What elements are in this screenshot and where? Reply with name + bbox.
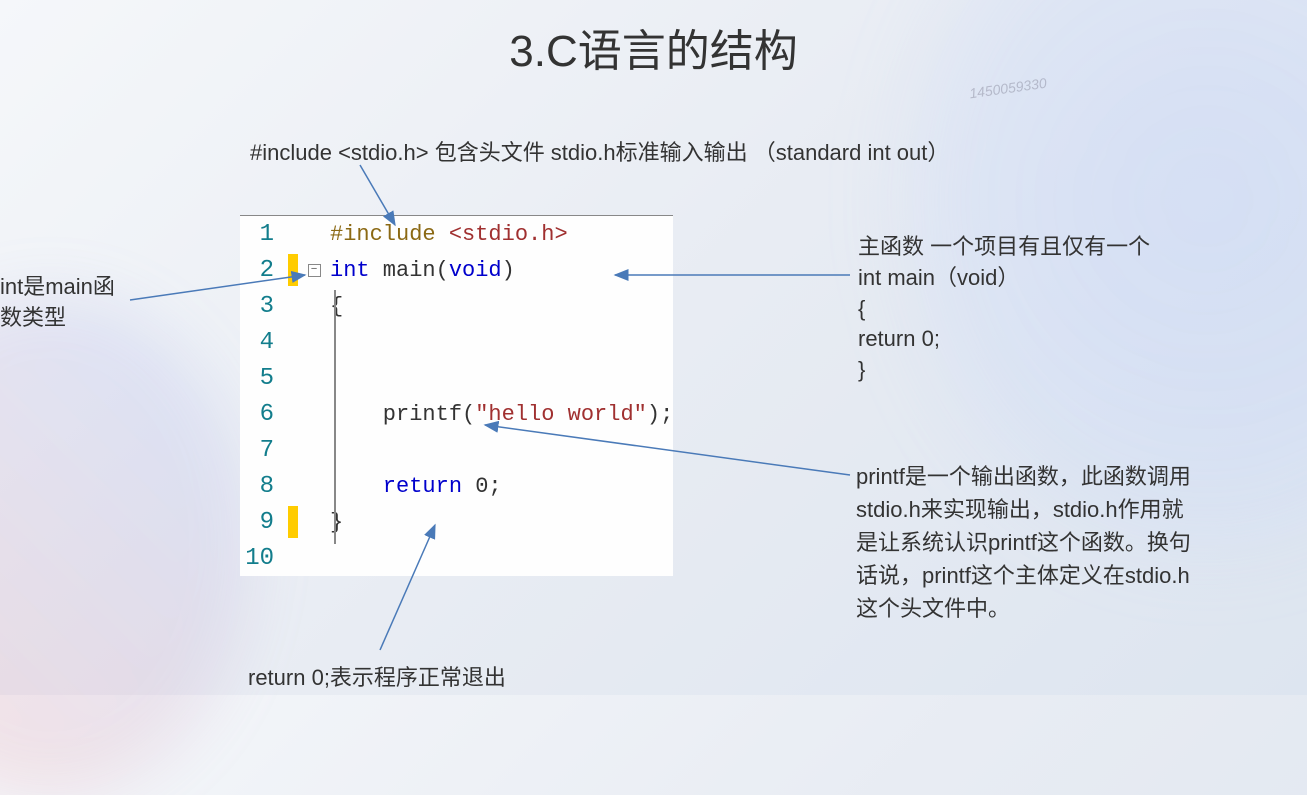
code-line-9: 9 } — [240, 504, 673, 540]
annotation-text: } — [858, 355, 1150, 386]
annotation-text: 数类型 — [0, 303, 115, 334]
code-line-6: 6 printf("hello world"); — [240, 396, 673, 432]
code-text: #include <stdio.h> — [326, 222, 568, 247]
line-number: 10 — [240, 545, 284, 572]
annotation-return: return 0;表示程序正常退出 — [248, 660, 506, 692]
annotation-text: return 0; — [858, 324, 1150, 355]
code-text: return 0; — [326, 474, 502, 499]
code-line-5: 5 — [240, 360, 673, 396]
fold-minus-icon[interactable]: − — [308, 264, 321, 277]
line-number: 2 — [240, 257, 284, 284]
line-number: 8 — [240, 473, 284, 500]
code-line-2: 2 − int main(void) — [240, 252, 673, 288]
annotation-text: 是让系统认识printf这个函数。换句 — [856, 526, 1191, 559]
marker-column — [284, 506, 302, 538]
annotation-text: int是main函 — [0, 272, 115, 303]
line-number: 9 — [240, 509, 284, 536]
fold-column: − — [302, 264, 326, 277]
annotation-include: #include <stdio.h> 包含头文件 stdio.h标准输入输出 （… — [250, 135, 949, 167]
code-line-3: 3 { — [240, 288, 673, 324]
marker-column — [284, 254, 302, 286]
annotation-text: 这个头文件中。 — [856, 592, 1191, 625]
line-number: 6 — [240, 401, 284, 428]
code-line-10: 10 — [240, 540, 673, 576]
annotation-text: printf是一个输出函数，此函数调用 — [856, 460, 1191, 493]
code-fold-guideline — [334, 290, 336, 544]
annotation-text: { — [858, 294, 1150, 325]
annotation-main-function: 主函数 一个项目有且仅有一个 int main（void） { return 0… — [858, 232, 1150, 386]
annotation-int-main: int是main函 数类型 — [0, 272, 115, 334]
bg-decoration-left — [0, 295, 250, 795]
annotation-text: int main（void） — [858, 263, 1150, 294]
annotation-text: 话说，printf这个主体定义在stdio.h — [856, 559, 1191, 592]
line-number: 1 — [240, 221, 284, 248]
change-marker — [288, 506, 298, 538]
slide-title: 3.C语言的结构 — [509, 15, 797, 79]
line-number: 4 — [240, 329, 284, 356]
annotation-printf: printf是一个输出函数，此函数调用 stdio.h来实现输出，stdio.h… — [856, 460, 1191, 625]
line-number: 5 — [240, 365, 284, 392]
code-line-8: 8 return 0; — [240, 468, 673, 504]
change-marker — [288, 254, 298, 286]
code-line-7: 7 — [240, 432, 673, 468]
annotation-text: 主函数 一个项目有且仅有一个 — [858, 232, 1150, 263]
code-line-1: 1 #include <stdio.h> — [240, 216, 673, 252]
code-text: printf("hello world"); — [326, 402, 673, 427]
code-line-4: 4 — [240, 324, 673, 360]
line-number: 7 — [240, 437, 284, 464]
annotation-text: stdio.h来实现输出，stdio.h作用就 — [856, 493, 1191, 526]
line-number: 3 — [240, 293, 284, 320]
code-editor-block: 1 #include <stdio.h> 2 − int main(void) … — [240, 215, 673, 576]
code-text: int main(void) — [326, 258, 515, 283]
